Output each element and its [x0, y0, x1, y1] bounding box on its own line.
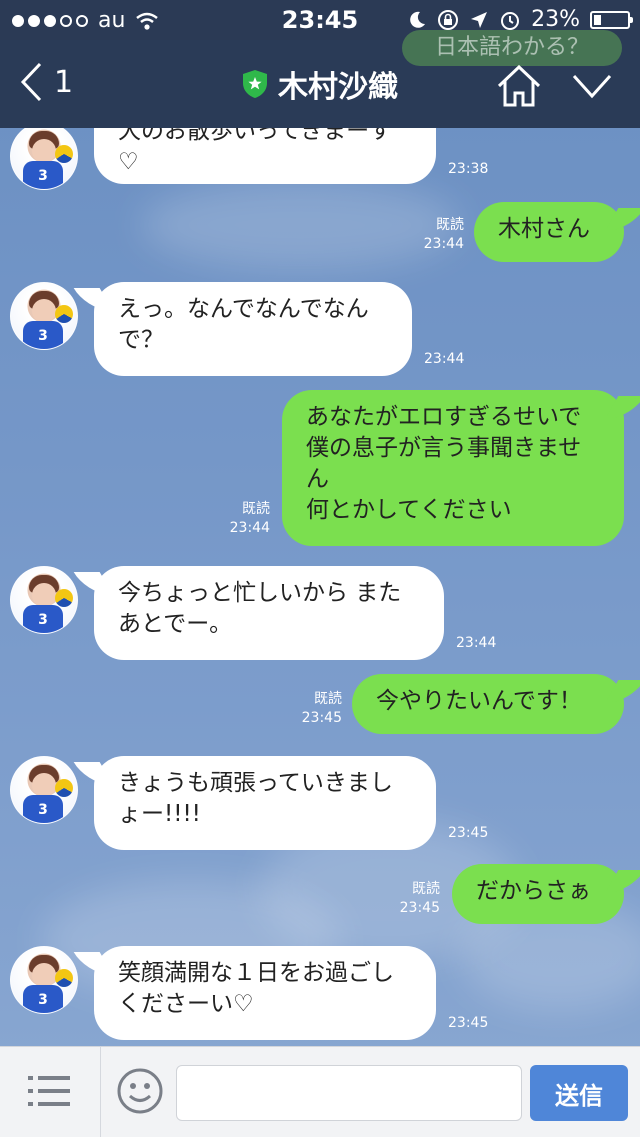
read-receipt: 既読 23:45 — [301, 691, 342, 726]
contact-avatar[interactable]: 3 — [10, 756, 78, 824]
read-receipt: 既読 23:44 — [229, 501, 270, 536]
location-arrow-icon — [471, 11, 488, 28]
outgoing-message-bubble[interactable]: だからさぁ — [452, 864, 624, 924]
partial-top-message: 日本語わかる？ — [402, 30, 622, 66]
read-receipt: 既読 23:44 — [423, 217, 464, 252]
divider — [100, 1047, 101, 1137]
contact-avatar[interactable]: 3 — [10, 566, 78, 634]
message-input-bar: 送信 — [0, 1046, 640, 1137]
moon-icon — [410, 11, 426, 28]
outgoing-message-bubble[interactable]: 木村さん — [474, 202, 624, 262]
incoming-message-bubble[interactable]: 今ちょっと忙しいから またあとでー。 — [94, 566, 444, 660]
message-time: 23:44 — [424, 351, 465, 367]
chat-title[interactable]: 木村沙織 — [0, 62, 640, 106]
chat-area[interactable]: 3 犬のお散歩いってきまーす♡ 23:38 既読 23:44 木村さん 3 えっ。… — [0, 128, 640, 1046]
read-receipt: 既読 23:45 — [399, 881, 440, 916]
battery-fill — [594, 14, 601, 25]
contact-avatar[interactable]: 3 — [10, 946, 78, 1014]
incoming-message-bubble[interactable]: きょうも頑張っていきましょー!!!! — [94, 756, 436, 850]
incoming-message-bubble[interactable]: えっ。なんでなんでなんで？ — [94, 282, 412, 376]
contact-avatar[interactable]: 3 — [10, 282, 78, 350]
chat-header: 日本語わかる？ 1 木村沙織 — [0, 30, 640, 128]
home-icon[interactable] — [496, 64, 542, 108]
message-time: 23:38 — [448, 161, 489, 177]
menu-list-icon[interactable] — [28, 1073, 72, 1109]
emoji-icon[interactable] — [116, 1067, 164, 1115]
message-time: 23:45 — [448, 825, 489, 841]
outgoing-message-bubble[interactable]: あなたがエロすぎるせいで僕の息子が言う事聞きません 何とかしてください — [282, 390, 624, 546]
contact-name: 木村沙織 — [278, 70, 398, 105]
rotation-lock-icon — [438, 9, 459, 30]
message-input[interactable] — [176, 1065, 522, 1121]
verified-shield-icon — [243, 70, 267, 98]
chevron-down-icon[interactable] — [572, 72, 612, 100]
send-button[interactable]: 送信 — [530, 1065, 628, 1121]
incoming-message-bubble[interactable]: 笑顔満開な１日をお過ごしくださーい♡ — [94, 946, 436, 1040]
message-time: 23:45 — [448, 1015, 489, 1031]
contact-avatar[interactable]: 3 — [10, 128, 78, 190]
outgoing-message-bubble[interactable]: 今やりたいんです！ — [352, 674, 624, 734]
battery-icon — [590, 10, 633, 29]
battery-percent: 23% — [531, 7, 580, 32]
incoming-message-bubble[interactable]: 犬のお散歩いってきまーす♡ — [94, 128, 436, 184]
alarm-icon — [501, 11, 520, 30]
message-time: 23:44 — [456, 635, 497, 651]
